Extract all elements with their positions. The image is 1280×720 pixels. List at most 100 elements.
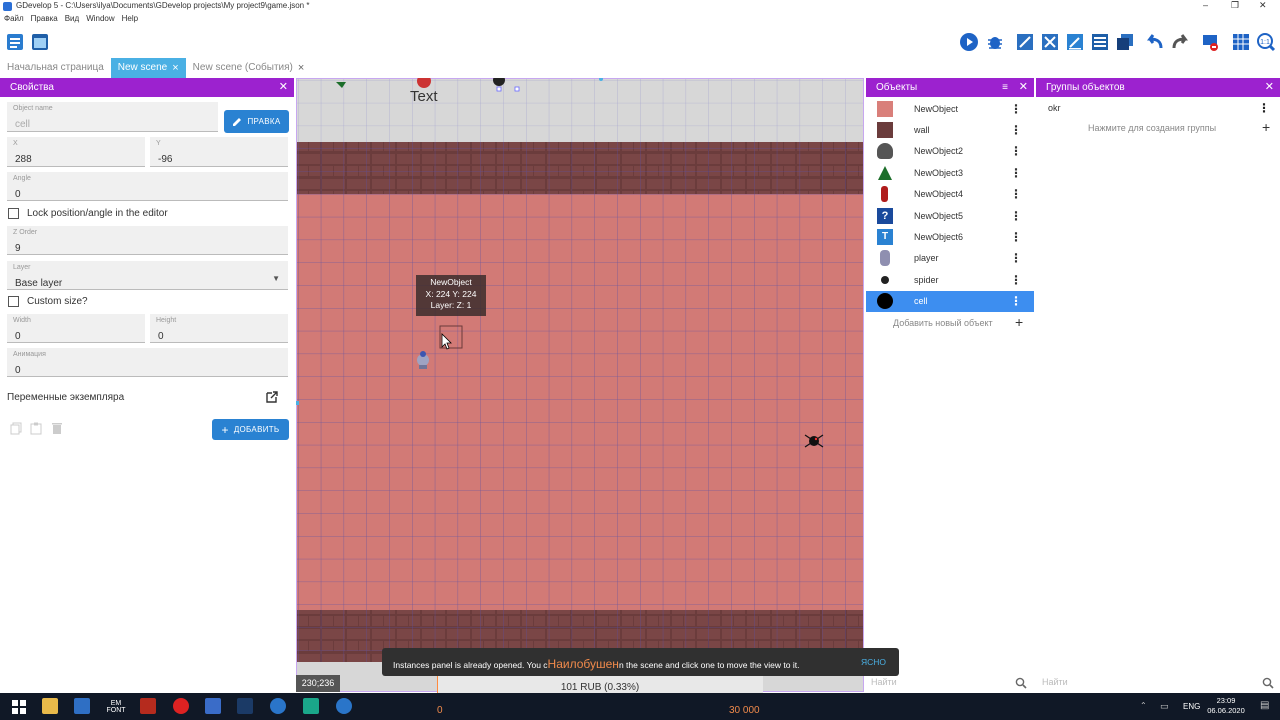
close-window-button[interactable]: ✕ (1259, 0, 1267, 11)
objects-search-input[interactable]: Найти (871, 677, 1031, 691)
gdevelop-taskbar-icon-2[interactable] (336, 698, 352, 714)
layer-select[interactable]: Layer Base layer ▼ (7, 261, 288, 290)
angle-field[interactable]: Angle 0 (7, 172, 288, 201)
menu-edit[interactable]: Правка (31, 14, 58, 27)
more-options-icon[interactable]: ⋮ (1010, 251, 1022, 265)
z-order-field[interactable]: Z Order 9 (7, 226, 288, 255)
tab-new-scene-events[interactable]: New scene (События) × (186, 58, 312, 78)
layers-stack-icon[interactable] (1115, 32, 1135, 52)
more-options-icon[interactable]: ⋮ (1010, 230, 1022, 244)
delete-icon[interactable] (51, 422, 63, 435)
tab-new-scene[interactable]: New scene × (110, 58, 186, 78)
clock[interactable]: 23:09 06.06.2020 (1206, 696, 1246, 716)
menu-window[interactable]: Window (86, 14, 114, 27)
add-object-label[interactable]: Добавить новый объект (893, 318, 993, 328)
layers-list-icon[interactable] (1090, 32, 1110, 52)
object-item-newobject4[interactable]: NewObject4 ⋮ (866, 184, 1034, 205)
groups-search-input[interactable]: Найти (1042, 677, 1276, 691)
yandex-browser-icon[interactable] (173, 698, 189, 714)
object-item-spider[interactable]: spider ⋮ (866, 269, 1034, 290)
object-item-wall[interactable]: wall ⋮ (866, 119, 1034, 140)
checkbox-box[interactable] (8, 208, 19, 219)
width-field[interactable]: Width 0 (7, 314, 145, 343)
y-field[interactable]: Y -96 (150, 137, 288, 167)
close-panel-icon[interactable]: ✕ (1019, 78, 1028, 97)
close-panel-icon[interactable]: ✕ (1265, 78, 1274, 97)
instances-panel-icon[interactable] (1040, 32, 1060, 52)
object-item-newobject5[interactable]: ? NewObject5 ⋮ (866, 205, 1034, 226)
more-options-icon[interactable]: ⋮ (1010, 166, 1022, 180)
objects-panel-icon[interactable] (1015, 32, 1035, 52)
custom-size-checkbox[interactable]: Custom size? (8, 296, 88, 307)
project-manager-icon[interactable] (5, 32, 25, 52)
add-object-plus-icon[interactable]: + (1015, 314, 1023, 330)
open-external-icon[interactable] (265, 390, 279, 404)
menu-help[interactable]: Help (122, 14, 138, 27)
undo-icon[interactable] (1145, 32, 1165, 52)
object-item-newobject3[interactable]: NewObject3 ⋮ (866, 162, 1034, 183)
language-indicator[interactable]: ENG (1183, 702, 1200, 711)
network-icon[interactable]: ▭ (1160, 701, 1169, 712)
x-field[interactable]: X 288 (7, 137, 145, 167)
redo-icon[interactable] (1170, 32, 1190, 52)
menu-file[interactable]: Файл (4, 14, 24, 27)
scene-editor-canvas[interactable]: Text NewObject X: 224 Y: 224 Layer: Z: 1… (296, 78, 864, 692)
selection-handle[interactable] (496, 86, 502, 92)
checkbox-box[interactable] (8, 296, 19, 307)
edit-object-button[interactable]: ПРАВКА (224, 110, 289, 133)
lock-position-checkbox[interactable]: Lock position/angle in the editor (8, 208, 168, 219)
gdevelop-taskbar-icon[interactable] (270, 698, 286, 714)
minimize-button[interactable]: – (1203, 0, 1208, 10)
grid-toggle-icon[interactable] (1231, 32, 1251, 52)
close-tab-icon[interactable]: × (298, 58, 304, 78)
maximize-button[interactable]: ❐ (1231, 0, 1239, 11)
preview-play-icon[interactable] (959, 32, 979, 52)
object-item-player[interactable]: player ⋮ (866, 248, 1034, 269)
object-item-newobject[interactable]: NewObject ⋮ (866, 98, 1034, 119)
object-item-newobject2[interactable]: NewObject2 ⋮ (866, 141, 1034, 162)
scroll-position-marker[interactable] (296, 401, 299, 405)
more-options-icon[interactable]: ⋮ (1010, 144, 1022, 158)
close-tab-icon[interactable]: × (172, 58, 178, 78)
add-group-plus-icon[interactable]: + (1262, 119, 1270, 135)
app-window-icon[interactable] (74, 698, 90, 714)
create-group-hint[interactable]: Нажмите для создания группы (1088, 123, 1216, 133)
scene-grid-canvas[interactable] (296, 78, 864, 692)
more-options-icon[interactable]: ⋮ (1010, 273, 1022, 287)
windows-start-icon[interactable] (12, 700, 26, 714)
properties-panel-icon[interactable] (1065, 32, 1085, 52)
file-explorer-icon[interactable] (42, 698, 58, 714)
tab-start-page[interactable]: Начальная страница (0, 58, 111, 78)
font-app-icon[interactable]: ЕМ FONT (104, 700, 128, 714)
height-field[interactable]: Height 0 (150, 314, 288, 343)
toast-ok-button[interactable]: ЯСНО (861, 657, 886, 667)
steam-icon[interactable] (237, 698, 253, 714)
obs-app-icon[interactable] (303, 698, 319, 714)
text-object-instance[interactable]: Text (410, 88, 438, 105)
tray-up-arrow-icon[interactable]: ⌃ (1140, 701, 1147, 710)
more-options-icon[interactable]: ⋮ (1010, 102, 1022, 116)
more-options-icon[interactable]: ⋮ (1010, 294, 1022, 308)
group-item[interactable]: okr ⋮ (1036, 99, 1280, 119)
delete-instance-icon[interactable] (1200, 32, 1220, 52)
filezilla-icon[interactable] (140, 698, 156, 714)
menu-view[interactable]: Вид (65, 14, 79, 27)
object-item-cell[interactable]: cell ⋮ (866, 290, 1034, 312)
selection-handle[interactable] (514, 86, 520, 92)
close-panel-icon[interactable]: ✕ (279, 78, 288, 97)
zoom-reset-icon[interactable]: 1:1 (1256, 32, 1276, 52)
more-options-icon[interactable]: ⋮ (1010, 209, 1022, 223)
object-item-newobject6[interactable]: T NewObject6 ⋮ (866, 226, 1034, 247)
copy-icon[interactable] (10, 422, 22, 435)
paste-icon[interactable] (30, 422, 42, 435)
more-options-icon[interactable]: ⋮ (1010, 123, 1022, 137)
add-variable-button[interactable]: + ДОБАВИТЬ (212, 419, 289, 440)
notifications-icon[interactable]: ▤ (1260, 700, 1269, 711)
scene-window-icon[interactable] (30, 32, 50, 52)
app-icon[interactable] (205, 698, 221, 714)
animation-field[interactable]: Анимация 0 (7, 348, 288, 377)
filter-icon[interactable]: ≡ (1002, 78, 1008, 97)
more-options-icon[interactable]: ⋮ (1010, 187, 1022, 201)
debug-bug-icon[interactable] (985, 32, 1005, 52)
more-options-icon[interactable]: ⋮ (1258, 101, 1270, 115)
